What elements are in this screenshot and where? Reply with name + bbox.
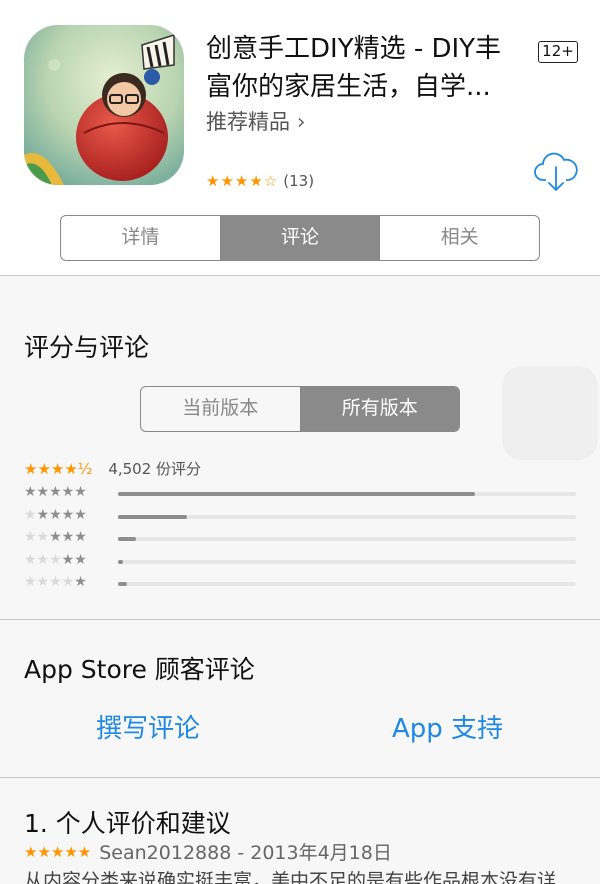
overall-rating: ★★★★½ 4,502 份评分 (24, 458, 201, 479)
histogram-bar-track (118, 582, 576, 586)
histogram-row: ★★★★★ (24, 482, 580, 505)
histogram-stars: ★★★★★ (24, 484, 87, 500)
section-divider (0, 619, 600, 620)
app-header: 创意手工DIY精选 - DIY丰富你的家居生活，自学... 12+ 推荐精品 ›… (0, 0, 600, 275)
histogram-bar-fill (118, 492, 476, 496)
overall-rating-count: 4,502 份评分 (108, 460, 202, 478)
version-tabs: 当前版本 所有版本 (140, 386, 460, 432)
app-title: 创意手工DIY精选 - DIY丰富你的家居生活，自学... (206, 34, 502, 102)
histogram-bar-fill (118, 537, 137, 541)
tab-all-versions[interactable]: 所有版本 (299, 387, 459, 431)
header-rating: ★★★★☆ (13) (206, 172, 314, 190)
header-rating-count: (13) (283, 172, 315, 190)
review-body: 从内容分类来说确实挺丰富，美中不足的是有些作品根本没有详 (24, 870, 557, 884)
age-rating-badge: 12+ (538, 41, 578, 63)
histogram-bar-fill (118, 559, 124, 564)
cloud-download-icon (534, 152, 578, 191)
tab-details[interactable]: 详情 (61, 216, 220, 260)
histogram-bar-track (118, 492, 576, 496)
cloud-download-button[interactable] (534, 150, 578, 192)
histogram-bar-fill (118, 514, 187, 519)
app-support-button[interactable]: App 支持 (392, 708, 503, 745)
histogram-bar-fill (118, 582, 128, 586)
review-stars: ★★★★★ (24, 842, 92, 861)
histogram-bar-track (118, 514, 576, 519)
chevron-right-icon: › (296, 110, 306, 135)
tab-related[interactable]: 相关 (379, 216, 539, 260)
histogram-stars: ★★★★★ (24, 574, 87, 590)
overall-rating-stars: ★★★★½ (24, 459, 93, 478)
review-meta: ★★★★★ Sean2012888 - 2013年4月18日 (24, 838, 392, 865)
rating-histogram: ★★★★★ ★★★★★ ★★★★★ ★★★★★ ★★★★★ (24, 482, 580, 595)
histogram-bar-track (118, 537, 576, 541)
customer-reviews-title: App Store 顾客评论 (24, 655, 255, 684)
review-actions: 撰写评论 App 支持 (0, 708, 600, 752)
app-icon[interactable] (24, 25, 184, 185)
histogram-stars: ★★★★★ (24, 506, 87, 523)
histogram-row: ★★★★★ (24, 572, 580, 595)
review-author-date: Sean2012888 - 2013年4月18日 (99, 842, 392, 864)
publisher-link[interactable]: 推荐精品 › (206, 106, 306, 136)
publisher-label: 推荐精品 (206, 110, 290, 134)
histogram-row: ★★★★★ (24, 505, 580, 528)
tab-current-version[interactable]: 当前版本 (141, 387, 300, 431)
tab-reviews[interactable]: 评论 (219, 216, 380, 260)
ratings-section-title: 评分与评论 (24, 333, 150, 362)
histogram-stars: ★★★★★ (24, 529, 87, 545)
app-icon-illustration (24, 25, 184, 185)
histogram-row: ★★★★★ (24, 550, 580, 573)
histogram-row: ★★★★★ (24, 527, 580, 550)
section-divider-2 (0, 777, 600, 778)
write-review-button[interactable]: 撰写评论 (96, 708, 200, 745)
side-panel-placeholder (502, 366, 598, 460)
header-rating-stars: ★★★★☆ (206, 172, 279, 190)
histogram-stars: ★★★★★ (24, 551, 87, 568)
histogram-bar-track (118, 559, 576, 564)
detail-tabs: 详情 评论 相关 (60, 215, 540, 261)
reviews-content: 评分与评论 当前版本 所有版本 ★★★★½ 4,502 份评分 ★★★★★ ★★★… (0, 276, 600, 884)
review-title: 1. 个人评价和建议 (24, 809, 231, 838)
